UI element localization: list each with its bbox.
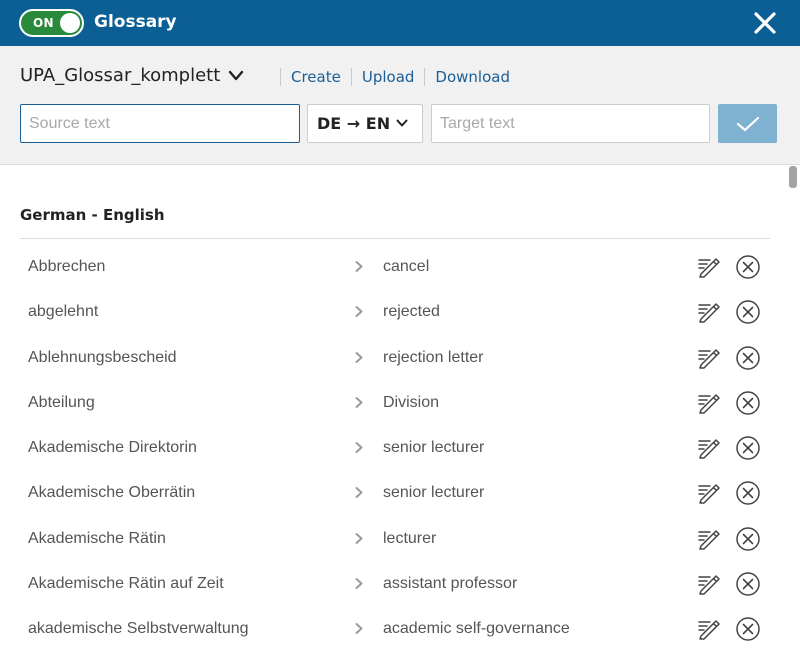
glossary-selector[interactable]: UPA_Glossar_komplett	[20, 65, 244, 86]
chevron-down-icon	[396, 119, 408, 127]
glossary-actions: Create Upload Download	[280, 68, 520, 86]
chevron-right-icon	[355, 487, 363, 499]
toggle-knob	[60, 13, 80, 33]
target-term: senior lecturer	[383, 439, 485, 457]
create-link[interactable]: Create	[281, 68, 351, 86]
chevron-right-icon	[355, 306, 363, 318]
chevron-right-icon	[355, 261, 363, 272]
edit-icon[interactable]	[697, 435, 723, 461]
target-term: assistant professor	[383, 575, 518, 593]
glossary-name: UPA_Glossar_komplett	[20, 65, 221, 86]
scrollbar-thumb[interactable]	[789, 166, 797, 188]
list-item: Akademische Direktorin senior lecturer	[0, 426, 790, 471]
target-text-input[interactable]	[431, 104, 710, 143]
list-divider	[20, 238, 770, 239]
source-term: Akademische Direktorin	[28, 439, 197, 457]
list-item: akademische Selbstverwaltung academic se…	[0, 607, 790, 652]
language-pair-label: DE → EN	[317, 114, 391, 133]
add-entry-button[interactable]	[718, 104, 777, 143]
target-term: academic self-governance	[383, 620, 570, 638]
source-term: Ablehnungsbescheid	[28, 348, 177, 366]
list-item: Akademische Rätin auf Zeit assistant pro…	[0, 562, 790, 607]
edit-icon[interactable]	[697, 299, 723, 325]
delete-icon[interactable]	[735, 345, 761, 371]
source-text-input[interactable]	[20, 104, 300, 143]
target-term: rejected	[383, 303, 440, 321]
close-icon[interactable]	[750, 8, 780, 38]
glossary-header: ON Glossary	[0, 0, 800, 46]
toggle-label: ON	[33, 16, 54, 30]
edit-icon[interactable]	[697, 345, 723, 371]
target-term: cancel	[383, 258, 430, 275]
glossary-entry-list: Abbrechen cancel abgelehnt rejected Able…	[0, 245, 790, 653]
checkmark-icon	[736, 116, 759, 131]
target-term: lecturer	[383, 529, 437, 547]
delete-icon[interactable]	[735, 390, 761, 416]
source-term: abgelehnt	[28, 303, 99, 321]
language-pair-select[interactable]: DE → EN	[307, 104, 423, 143]
glossary-toolbar: UPA_Glossar_komplett Create Upload Downl…	[0, 46, 800, 165]
edit-icon[interactable]	[697, 480, 723, 506]
edit-icon[interactable]	[697, 390, 723, 416]
glossary-toggle[interactable]: ON	[19, 9, 84, 37]
list-item: Akademische Rätin lecturer	[0, 517, 790, 562]
language-pair-heading: German - English	[20, 206, 165, 224]
chevron-down-icon	[229, 70, 244, 80]
target-term: Division	[383, 393, 440, 411]
chevron-right-icon	[355, 351, 363, 363]
chevron-right-icon	[355, 532, 363, 544]
list-item: abgelehnt rejected	[0, 290, 790, 335]
edit-icon[interactable]	[697, 571, 723, 597]
source-term: Abbrechen	[28, 258, 106, 275]
delete-icon[interactable]	[735, 480, 761, 506]
chevron-right-icon	[355, 578, 363, 590]
source-term: Akademische Rätin	[28, 529, 166, 547]
edit-icon[interactable]	[697, 254, 723, 280]
chevron-right-icon	[355, 623, 363, 635]
list-item: Ablehnungsbescheid rejection letter	[0, 336, 790, 381]
delete-icon[interactable]	[735, 571, 761, 597]
panel-title: Glossary	[94, 12, 177, 32]
chevron-right-icon	[355, 396, 363, 408]
edit-icon[interactable]	[697, 616, 723, 642]
upload-link[interactable]: Upload	[352, 68, 425, 86]
source-term: akademische Selbstverwaltung	[28, 620, 249, 638]
delete-icon[interactable]	[735, 616, 761, 642]
chevron-right-icon	[355, 442, 363, 454]
delete-icon[interactable]	[735, 435, 761, 461]
delete-icon[interactable]	[735, 254, 761, 280]
download-link[interactable]: Download	[425, 68, 520, 86]
list-item: Abbrechen cancel	[0, 245, 790, 290]
source-term: Akademische Rätin auf Zeit	[28, 575, 224, 593]
source-term: Akademische Oberrätin	[28, 484, 196, 502]
target-term: senior lecturer	[383, 484, 485, 502]
target-term: rejection letter	[383, 348, 484, 366]
delete-icon[interactable]	[735, 526, 761, 552]
source-term: Abteilung	[28, 393, 95, 411]
list-item: Abteilung Division	[0, 381, 790, 426]
edit-icon[interactable]	[697, 526, 723, 552]
delete-icon[interactable]	[735, 299, 761, 325]
list-item: Akademische Oberrätin senior lecturer	[0, 471, 790, 516]
